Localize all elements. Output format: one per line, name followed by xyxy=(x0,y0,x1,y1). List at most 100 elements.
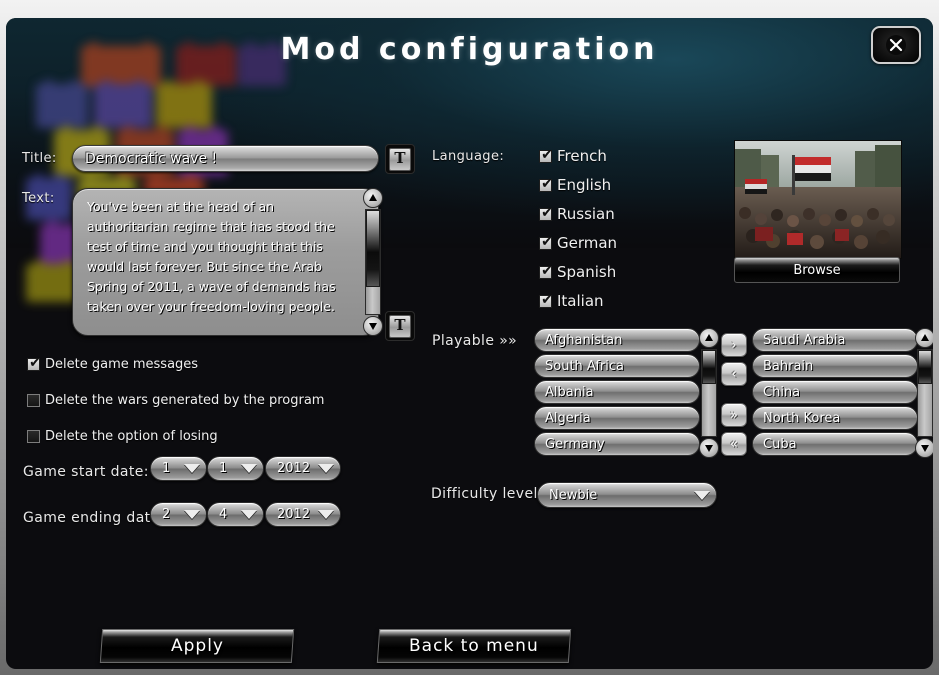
end-date-year-dropdown[interactable]: 2012 xyxy=(265,502,341,527)
language-label-german: German xyxy=(557,234,618,252)
selected-countries-list[interactable]: Saudi Arabia Bahrain China North Korea C… xyxy=(752,328,918,458)
difficulty-label: Difficulty level: xyxy=(431,486,543,502)
checkbox-box xyxy=(27,394,40,407)
language-checkbox-english[interactable]: ✔ English xyxy=(539,176,611,194)
page-title: Mod configuration xyxy=(280,32,659,67)
available-list-scrollbar[interactable] xyxy=(699,328,719,458)
start-date-year-dropdown[interactable]: 2012 xyxy=(265,456,341,481)
start-date-day-dropdown[interactable]: 1 xyxy=(150,456,207,481)
scroll-up-icon[interactable] xyxy=(699,328,719,348)
list-item[interactable]: North Korea xyxy=(752,406,918,430)
back-to-menu-button[interactable]: Back to menu xyxy=(376,629,572,663)
scroll-down-icon[interactable] xyxy=(363,316,383,336)
option-delete-game-messages[interactable]: ✔ Delete game messages xyxy=(27,355,199,372)
available-countries-list[interactable]: Afghanistan South Africa Albania Algeria… xyxy=(534,328,700,458)
checkbox-box xyxy=(27,430,40,443)
title-font-button[interactable]: T xyxy=(385,144,415,174)
language-checkbox-russian[interactable]: ✔ Russian xyxy=(539,205,615,223)
chevron-down-icon xyxy=(241,510,257,519)
text-font-button[interactable]: T xyxy=(385,311,415,341)
checkbox-box: ✔ xyxy=(27,355,41,371)
text-font-T-icon: T xyxy=(389,147,411,171)
end-date-month-dropdown[interactable]: 4 xyxy=(207,502,264,527)
end-date-day-dropdown[interactable]: 2 xyxy=(150,502,207,527)
option-delete-losing[interactable]: Delete the option of losing xyxy=(27,429,218,444)
text-input[interactable]: You've been at the head of an authoritar… xyxy=(72,188,379,336)
apply-button-label: Apply xyxy=(170,636,224,656)
chevron-down-icon xyxy=(184,464,200,473)
dropdown-value: 2012 xyxy=(277,507,311,522)
scroll-down-icon[interactable] xyxy=(699,438,719,458)
back-button-label: Back to menu xyxy=(409,636,539,656)
list-item[interactable]: Saudi Arabia xyxy=(752,328,918,352)
playable-label: Playable »» xyxy=(432,333,518,349)
move-all-right-button[interactable]: » xyxy=(721,403,747,427)
scroll-down-icon[interactable] xyxy=(915,438,933,458)
chevron-down-icon xyxy=(694,490,710,500)
checkbox-box: ✔ xyxy=(539,263,553,279)
list-item[interactable]: Cuba xyxy=(752,432,918,456)
scrollbar-track[interactable] xyxy=(917,349,933,437)
language-label-spanish: Spanish xyxy=(557,263,617,281)
checkbox-box: ✔ xyxy=(539,146,553,163)
move-left-button[interactable]: ‹ xyxy=(721,362,747,386)
scrollbar-thumb[interactable] xyxy=(702,350,716,385)
browse-button[interactable]: Browse xyxy=(734,257,900,283)
crowd-protest-photo xyxy=(735,141,901,258)
language-checkbox-spanish[interactable]: ✔ Spanish xyxy=(539,263,616,281)
move-right-button[interactable]: › xyxy=(721,333,747,357)
check-icon: ✔ xyxy=(541,291,553,308)
option-label: Delete game messages xyxy=(45,357,199,372)
list-item[interactable]: South Africa xyxy=(534,354,700,378)
text-font-T-icon: T xyxy=(389,314,411,338)
difficulty-dropdown[interactable]: Newbie xyxy=(537,482,717,508)
checkbox-box: ✔ xyxy=(539,204,553,221)
option-delete-wars[interactable]: Delete the wars generated by the program xyxy=(27,393,324,408)
dropdown-value: 2012 xyxy=(277,461,311,476)
scrollbar-track[interactable] xyxy=(701,349,717,437)
language-checkbox-french[interactable]: ✔ French xyxy=(539,147,607,165)
game-ending-date-label: Game ending date: xyxy=(23,510,165,526)
dropdown-value: Newbie xyxy=(549,487,598,503)
selected-list-scrollbar[interactable] xyxy=(915,328,933,458)
language-checkbox-italian[interactable]: ✔ Italian xyxy=(539,292,604,310)
title-field-label: Title: xyxy=(22,151,57,166)
list-item[interactable]: Bahrain xyxy=(752,354,918,378)
list-item[interactable]: Germany xyxy=(534,432,700,456)
scrollbar-thumb[interactable] xyxy=(366,210,380,287)
checkbox-box: ✔ xyxy=(539,233,553,250)
window-content: Mod configuration Title: Democratic wave… xyxy=(6,18,933,669)
start-date-month-dropdown[interactable]: 1 xyxy=(207,456,264,481)
language-label-english: English xyxy=(557,176,612,194)
language-label-french: French xyxy=(557,147,607,165)
scrollbar-track[interactable] xyxy=(365,209,381,315)
dropdown-value: 1 xyxy=(219,461,228,476)
apply-button[interactable]: Apply xyxy=(99,629,295,663)
preview-image[interactable] xyxy=(734,140,902,259)
game-start-date-label: Game start date: xyxy=(23,464,149,480)
title-input[interactable]: Democratic wave ! xyxy=(72,145,379,172)
list-item[interactable]: Algeria xyxy=(534,406,700,430)
scroll-up-icon[interactable] xyxy=(363,188,383,208)
close-button[interactable] xyxy=(871,26,921,64)
language-label-russian: Russian xyxy=(557,205,615,223)
chevron-down-icon xyxy=(241,464,257,473)
language-label-italian: Italian xyxy=(557,292,604,310)
language-checkbox-german[interactable]: ✔ German xyxy=(539,234,617,252)
list-item[interactable]: Albania xyxy=(534,380,700,404)
chevron-down-icon xyxy=(184,510,200,519)
text-scrollbar[interactable] xyxy=(363,188,383,336)
dropdown-value: 2 xyxy=(162,507,171,522)
list-item[interactable]: China xyxy=(752,380,918,404)
check-icon: ✔ xyxy=(541,146,553,163)
option-label: Delete the wars generated by the program xyxy=(45,393,325,408)
check-icon: ✔ xyxy=(541,175,553,192)
check-icon: ✔ xyxy=(29,355,41,371)
move-all-left-button[interactable]: « xyxy=(721,432,747,456)
scroll-up-icon[interactable] xyxy=(915,328,933,348)
check-icon: ✔ xyxy=(541,204,553,221)
list-item[interactable]: Afghanistan xyxy=(534,328,700,352)
check-icon: ✔ xyxy=(541,233,553,250)
scrollbar-thumb[interactable] xyxy=(918,350,932,385)
dropdown-value: 1 xyxy=(162,461,171,476)
